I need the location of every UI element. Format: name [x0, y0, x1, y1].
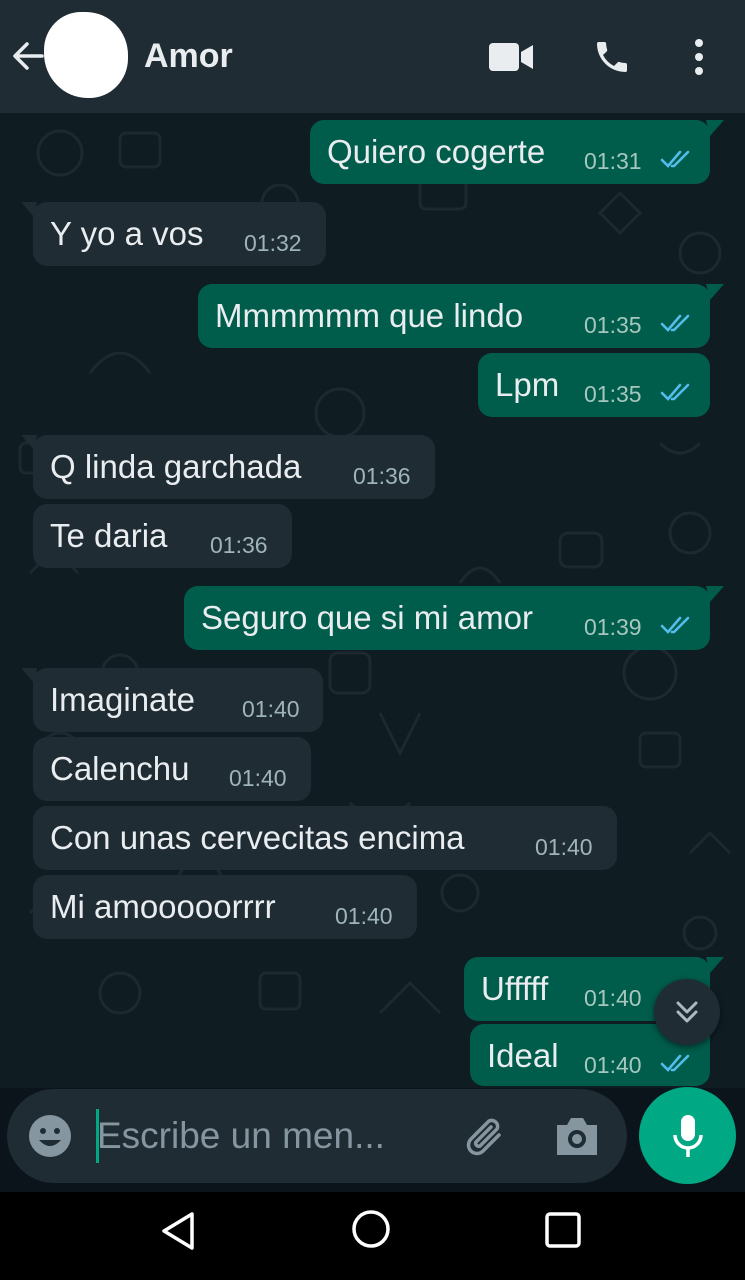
message-time: 01:40	[242, 696, 300, 722]
message-incoming[interactable]: Y yo a vos 01:32	[21, 202, 326, 266]
scroll-down-button[interactable]	[654, 979, 720, 1045]
video-call-icon[interactable]	[486, 34, 536, 80]
message-text: Quiero cogerte	[327, 133, 546, 170]
chat-header: Amor	[0, 0, 745, 113]
emoji-icon[interactable]	[27, 1113, 73, 1159]
read-receipt-icon	[660, 314, 690, 332]
read-receipt-icon	[660, 1054, 690, 1072]
message-outgoing[interactable]: Seguro que si mi amor 01:39	[184, 586, 724, 650]
message-incoming[interactable]: Q linda garchada 01:36	[21, 435, 435, 499]
read-receipt-icon	[660, 616, 690, 634]
message-text: Imaginate	[50, 681, 195, 718]
message-composer	[7, 1089, 627, 1183]
attach-icon[interactable]	[461, 1111, 513, 1163]
message-time: 01:40	[229, 765, 287, 791]
nav-back-icon[interactable]	[158, 1210, 200, 1252]
mic-icon	[672, 1114, 703, 1157]
nav-recents-icon[interactable]	[543, 1210, 583, 1250]
message-incoming[interactable]: Imaginate 01:40	[21, 668, 323, 732]
message-text: Ideal	[487, 1037, 559, 1074]
phone-icon[interactable]	[587, 34, 637, 80]
message-outgoing[interactable]: Mmmmmm que lindo 01:35	[198, 284, 724, 348]
mic-button[interactable]	[639, 1087, 736, 1184]
system-nav-bar	[0, 1192, 745, 1280]
message-text: Mmmmmm que lindo	[215, 297, 524, 334]
message-text: Ufffff	[481, 970, 549, 1007]
message-text: Te daria	[50, 517, 168, 554]
back-arrow-icon[interactable]	[10, 38, 46, 74]
chat-area[interactable]: Quiero cogerte 01:31 Y yo a vos 01:32 Mm…	[0, 113, 745, 1088]
message-time: 01:31	[584, 148, 642, 174]
message-time: 01:40	[584, 985, 642, 1011]
message-incoming[interactable]: Te daria 01:36	[33, 504, 292, 568]
avatar[interactable]	[44, 12, 128, 98]
message-time: 01:39	[584, 614, 642, 640]
message-outgoing[interactable]: Quiero cogerte 01:31	[310, 120, 724, 184]
message-outgoing[interactable]: Lpm 01:35	[478, 353, 710, 417]
camera-icon[interactable]	[553, 1113, 601, 1159]
message-time: 01:35	[584, 381, 642, 407]
message-incoming[interactable]: Con unas cervecitas encima 01:40	[33, 806, 617, 870]
message-time: 01:40	[535, 834, 593, 860]
message-text: Lpm	[495, 366, 560, 403]
double-chevron-down-icon	[676, 1001, 698, 1023]
message-text: Mi amooooorrrr	[50, 888, 276, 925]
nav-home-icon[interactable]	[350, 1208, 392, 1250]
message-time: 01:35	[584, 312, 642, 338]
contact-name[interactable]: Amor	[144, 36, 233, 76]
message-time: 01:36	[210, 532, 268, 558]
read-receipt-icon	[660, 383, 690, 401]
message-text: Con unas cervecitas encima	[50, 819, 465, 856]
message-input[interactable]	[97, 1109, 437, 1163]
message-time: 01:32	[244, 230, 302, 256]
message-incoming[interactable]: Mi amooooorrrr 01:40	[33, 875, 417, 939]
message-time: 01:40	[335, 903, 393, 929]
message-time: 01:40	[584, 1052, 642, 1078]
message-text: Q linda garchada	[50, 448, 302, 485]
more-vert-icon[interactable]	[674, 34, 724, 80]
message-text: Seguro que si mi amor	[201, 599, 533, 636]
message-time: 01:36	[353, 463, 411, 489]
message-incoming[interactable]: Calenchu 01:40	[33, 737, 311, 801]
message-text: Calenchu	[50, 750, 190, 787]
message-text: Y yo a vos	[50, 215, 204, 252]
read-receipt-icon	[660, 150, 690, 168]
